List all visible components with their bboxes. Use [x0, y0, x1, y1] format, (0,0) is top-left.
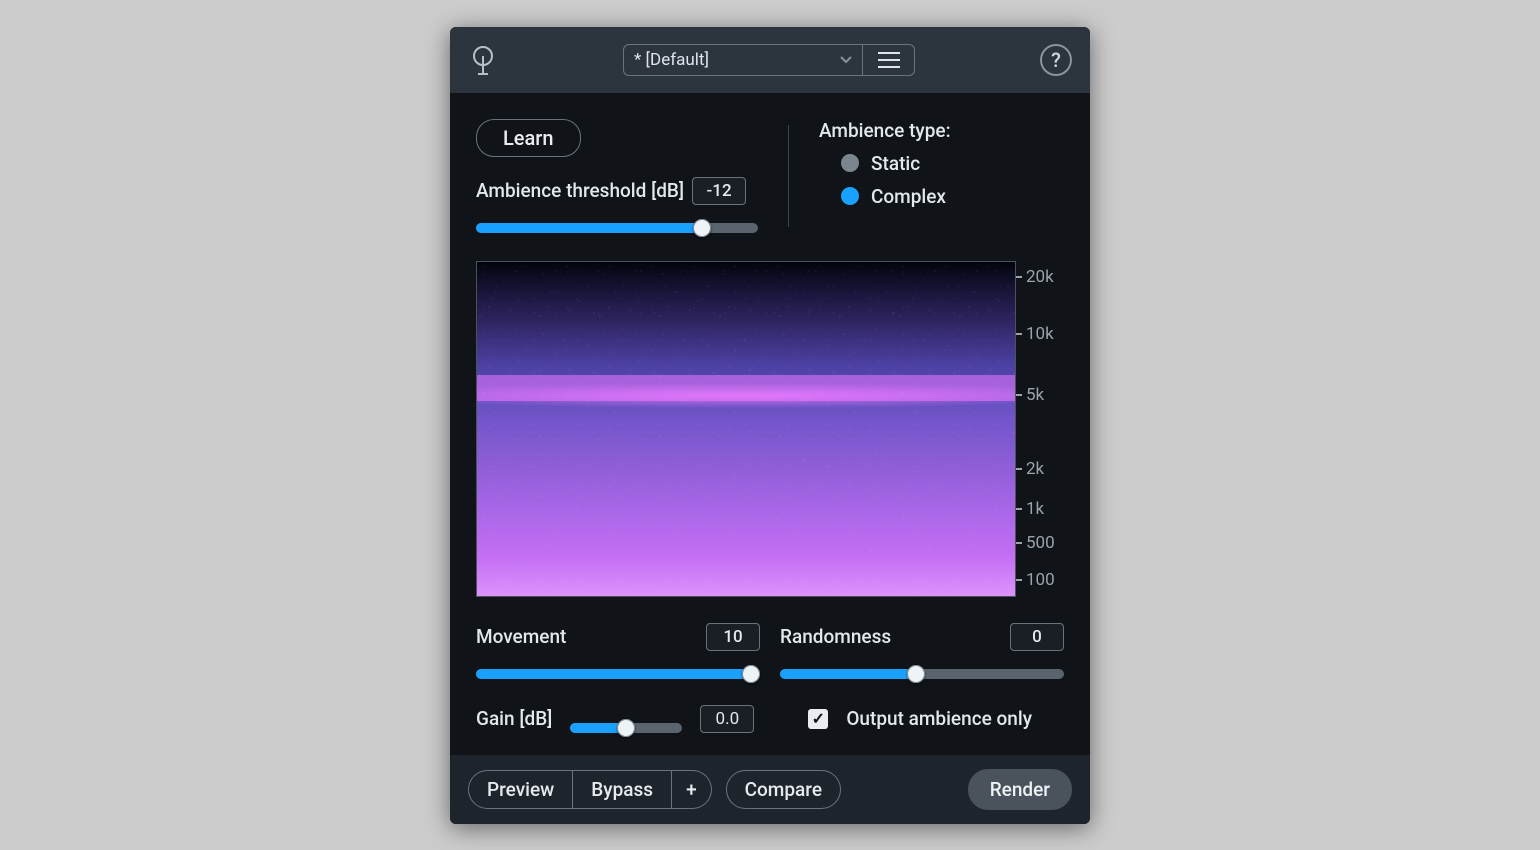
preset-select[interactable]: * [Default]: [623, 44, 863, 76]
spectrogram-display: [476, 261, 1016, 597]
vertical-divider: [788, 125, 789, 227]
output-only-label[interactable]: Output ambience only: [846, 707, 1032, 730]
threshold-slider-knob[interactable]: [693, 219, 711, 237]
add-button[interactable]: +: [672, 770, 712, 809]
render-button[interactable]: Render: [968, 769, 1072, 810]
menu-icon: [878, 51, 900, 69]
gain-input[interactable]: 0.0: [700, 705, 754, 733]
help-button[interactable]: ?: [1040, 44, 1072, 76]
bypass-button[interactable]: Bypass: [573, 770, 672, 809]
gain-slider[interactable]: [570, 723, 682, 733]
radio-complex-label: Complex: [871, 185, 946, 208]
randomness-input[interactable]: 0: [1010, 623, 1064, 651]
footer-bar: Preview Bypass + Compare Render: [450, 755, 1090, 824]
preset-label: * [Default]: [634, 50, 709, 70]
radio-static[interactable]: Static: [841, 152, 951, 175]
freq-tick: 1k: [1016, 499, 1044, 519]
ambience-type-label: Ambience type:: [819, 119, 951, 142]
chevron-down-icon: [840, 53, 852, 67]
freq-tick: 500: [1016, 533, 1055, 553]
threshold-input[interactable]: -12: [692, 177, 746, 205]
app-logo-icon: [468, 45, 498, 75]
titlebar: * [Default] ?: [450, 27, 1090, 93]
freq-tick: 2k: [1016, 459, 1044, 479]
body-panel: Learn Ambience threshold [dB] -12 Ambien…: [450, 93, 1090, 755]
freq-tick: 100: [1016, 570, 1055, 590]
freq-tick: 10k: [1016, 324, 1054, 344]
threshold-slider[interactable]: [476, 223, 758, 233]
radio-dot-icon: [841, 187, 859, 205]
radio-static-label: Static: [871, 152, 920, 175]
menu-button[interactable]: [863, 44, 915, 76]
movement-label: Movement: [476, 625, 566, 648]
randomness-slider-knob[interactable]: [907, 665, 925, 683]
frequency-axis: 20k 10k 5k 2k 1k 500 100: [1016, 261, 1064, 597]
learn-button[interactable]: Learn: [476, 119, 581, 157]
radio-complex[interactable]: Complex: [841, 185, 951, 208]
output-only-checkbox[interactable]: ✓: [808, 709, 828, 729]
freq-tick: 5k: [1016, 385, 1044, 405]
preview-button[interactable]: Preview: [468, 770, 573, 809]
freq-tick: 20k: [1016, 267, 1054, 287]
threshold-label: Ambience threshold [dB]: [476, 179, 684, 202]
plugin-window: * [Default] ? Learn Ambience thresh: [450, 27, 1090, 824]
movement-input[interactable]: 10: [706, 623, 760, 651]
randomness-slider[interactable]: [780, 669, 1064, 679]
randomness-label: Randomness: [780, 625, 891, 648]
movement-slider-knob[interactable]: [742, 665, 760, 683]
movement-slider[interactable]: [476, 669, 760, 679]
compare-button[interactable]: Compare: [726, 770, 841, 809]
gain-slider-knob[interactable]: [617, 719, 635, 737]
radio-dot-icon: [841, 154, 859, 172]
gain-label: Gain [dB]: [476, 707, 552, 730]
